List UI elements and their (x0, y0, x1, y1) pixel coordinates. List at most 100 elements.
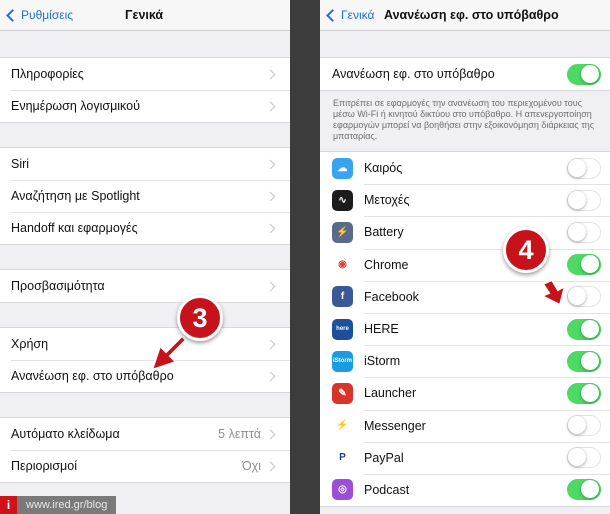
chevron-right-icon (265, 101, 276, 111)
settings-row[interactable]: Πληροφορίες (0, 58, 290, 90)
app-refresh-toggle[interactable] (567, 157, 601, 179)
settings-row[interactable]: Αναζήτηση με Spotlight (0, 180, 290, 212)
app-row: P PayPal (320, 441, 610, 474)
battery-app-icon: ⚡ (332, 221, 353, 243)
app-row: f Facebook (320, 280, 610, 313)
back-button[interactable]: Γενικά (326, 8, 374, 22)
app-refresh-toggle[interactable] (567, 415, 601, 437)
settings-row-label: Χρήση (11, 337, 49, 351)
app-label: Launcher (364, 386, 417, 401)
app-refresh-toggle[interactable] (567, 286, 601, 308)
settings-row-label: Αναζήτηση με Spotlight (11, 189, 140, 203)
app-refresh-toggle[interactable] (567, 479, 601, 501)
watermark: i www.ired.gr/blog (0, 496, 117, 514)
app-refresh-toggle[interactable] (567, 221, 601, 243)
launcher-icon: ✎ (332, 382, 353, 404)
ired-logo-icon: i (0, 496, 17, 514)
back-label: Γενικά (341, 8, 375, 22)
settings-row-label: Αυτόματο κλείδωμα (11, 427, 120, 441)
app-label: Facebook (364, 289, 419, 304)
back-label: Ρυθμίσεις (21, 8, 74, 22)
app-refresh-toggle[interactable] (567, 254, 601, 276)
chevron-right-icon (265, 159, 276, 169)
page-title: Γενικά (125, 8, 164, 22)
chrome-icon: ◉ (332, 254, 353, 276)
settings-group: Χρήση Ανανέωση εφ. στο υπόβαθρο (0, 327, 290, 393)
settings-row[interactable]: Siri (0, 148, 290, 180)
master-toggle-group: Ανανέωση εφ. στο υπόβαθρο (320, 57, 610, 91)
footnote: Επιτρέπει σε εφαρμογές την ανανέωση του … (333, 98, 595, 141)
stocks-icon: ∿ (332, 189, 353, 211)
chevron-right-icon (265, 461, 276, 471)
app-row: ◉ Chrome (320, 248, 610, 281)
istorm-icon: iStorm (332, 350, 353, 372)
app-row: ☁ Καιρός (320, 152, 610, 184)
chevron-right-icon (265, 339, 276, 349)
step-badge-4: 4 (503, 227, 549, 273)
navigation-bar: Γενικά Ανανέωση εφ. στο υπόβαθρο (320, 0, 610, 31)
back-button[interactable]: Ρυθμίσεις (6, 8, 73, 22)
app-label: Podcast (364, 482, 410, 497)
settings-row-value: Όχι (241, 459, 261, 473)
settings-group: Αυτόματο κλείδωμα 5 λεπτά Περιορισμοί Όχι (0, 417, 290, 483)
app-refresh-toggle[interactable] (567, 318, 601, 340)
settings-group: Προσβασιμότητα (0, 269, 290, 303)
chevron-left-icon (326, 8, 339, 22)
settings-row-label: Ενημέρωση λογισμικού (11, 99, 140, 113)
app-row: here HERE (320, 312, 610, 345)
app-label: Messenger (364, 418, 426, 433)
background-refresh-toggle[interactable] (567, 63, 601, 85)
chevron-right-icon (265, 371, 276, 381)
settings-row-label: Πληροφορίες (11, 67, 84, 81)
chevron-right-icon (265, 223, 276, 233)
app-label: HERE (364, 322, 399, 337)
podcast-icon: ◎ (332, 479, 353, 501)
background-refresh-screen: Γενικά Ανανέωση εφ. στο υπόβαθρο Ανανέωσ… (320, 0, 610, 514)
chevron-right-icon (265, 191, 276, 201)
step-badge-3: 3 (177, 295, 223, 341)
app-label: Μετοχές (364, 193, 410, 208)
app-label: Καιρός (364, 161, 403, 176)
app-row: ✎ Launcher (320, 377, 610, 409)
settings-row[interactable]: Περιορισμοί Όχι (0, 450, 290, 482)
settings-row-label: Προσβασιμότητα (11, 279, 105, 293)
paypal-icon: P (332, 447, 353, 469)
here-icon: here (332, 318, 353, 340)
master-toggle-label: Ανανέωση εφ. στο υπόβαθρο (332, 67, 495, 81)
app-label: iStorm (364, 354, 401, 369)
app-row: ⚡ Messenger (320, 409, 610, 442)
app-list: ☁ Καιρός ∿ Μετοχές ⚡ Battery ◉ Chrome f Facebook h… (320, 151, 610, 508)
app-row: ∿ Μετοχές (320, 184, 610, 216)
app-row: ⚡ Battery (320, 216, 610, 248)
app-label: PayPal (364, 450, 404, 465)
settings-row[interactable]: Αυτόματο κλείδωμα 5 λεπτά (0, 418, 290, 450)
app-refresh-toggle[interactable] (567, 382, 601, 404)
settings-row-label: Handoff και εφαρμογές (11, 221, 138, 235)
chevron-right-icon (265, 429, 276, 439)
watermark-url: www.ired.gr/blog (17, 496, 117, 514)
messenger-icon: ⚡ (332, 415, 353, 437)
settings-row-label: Περιορισμοί (11, 459, 77, 473)
app-refresh-toggle[interactable] (567, 350, 601, 372)
chevron-right-icon (265, 69, 276, 79)
navigation-bar: Ρυθμίσεις Γενικά (0, 0, 290, 31)
app-refresh-toggle[interactable] (567, 447, 601, 469)
settings-row[interactable]: Χρήση (0, 328, 290, 360)
settings-row[interactable]: Ανανέωση εφ. στο υπόβαθρο (0, 360, 290, 392)
page-title: Ανανέωση εφ. στο υπόβαθρο (384, 8, 559, 22)
settings-group: Πληροφορίες Ενημέρωση λογισμικού (0, 57, 290, 123)
app-row: iStorm iStorm (320, 345, 610, 377)
settings-row-label: Siri (11, 157, 30, 171)
settings-row[interactable]: Ενημέρωση λογισμικού (0, 90, 290, 122)
settings-row[interactable]: Προσβασιμότητα (0, 270, 290, 302)
chevron-left-icon (6, 8, 19, 22)
settings-row-value: 5 λεπτά (218, 427, 261, 441)
chevron-right-icon (265, 281, 276, 291)
settings-row[interactable]: Handoff και εφαρμογές (0, 212, 290, 244)
weather-icon: ☁ (332, 157, 353, 179)
facebook-icon: f (332, 286, 353, 308)
settings-row-label: Ανανέωση εφ. στο υπόβαθρο (11, 369, 174, 383)
app-row: ◎ Podcast (320, 473, 610, 506)
transition-divider (290, 0, 320, 514)
app-refresh-toggle[interactable] (567, 189, 601, 211)
